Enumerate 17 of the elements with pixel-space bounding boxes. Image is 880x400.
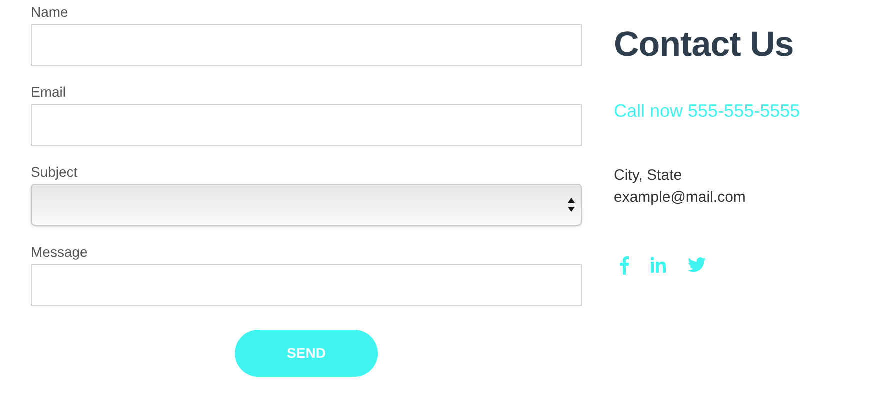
updown-arrows-icon [568, 198, 575, 212]
address-text: City, State [614, 166, 684, 186]
contact-heading: Contact Us [614, 24, 795, 66]
field-label: Name [31, 3, 70, 22]
input-field[interactable] [31, 264, 582, 306]
email-text: example@mail.com [614, 188, 747, 208]
field-label: Message [31, 243, 89, 262]
bird-icon[interactable] [688, 257, 706, 273]
field-label: Email [31, 83, 68, 102]
field-label: Subject [31, 163, 79, 182]
input-field[interactable] [31, 24, 582, 66]
facebook-icon[interactable] [620, 255, 629, 275]
linkedin-icon[interactable] [651, 257, 666, 273]
phone-link[interactable]: Call now 555-555-5555 [614, 98, 800, 125]
send-button[interactable]: SEND [235, 330, 378, 377]
subject-dropdown[interactable] [31, 184, 582, 226]
input-field[interactable] [31, 104, 582, 146]
